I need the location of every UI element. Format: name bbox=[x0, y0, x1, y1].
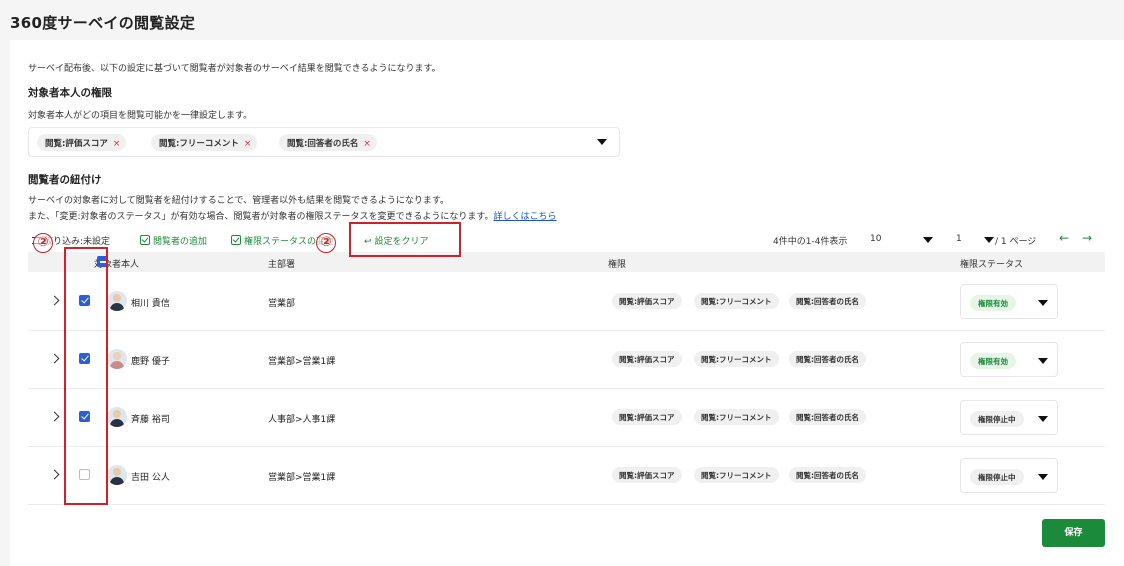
expand-row-icon[interactable] bbox=[49, 411, 60, 422]
settings-card: サーベイ配布後、以下の設定に基づいて閲覧者が対象者のサーベイ結果を閲覧できるよう… bbox=[10, 40, 1124, 566]
next-page-icon[interactable]: → bbox=[1082, 231, 1092, 245]
avatar bbox=[107, 407, 127, 427]
remove-chip-icon[interactable]: × bbox=[244, 139, 252, 149]
filter-label: 絞り込み:未設定 bbox=[44, 237, 111, 247]
person-name: 鹿野 優子 bbox=[131, 357, 170, 367]
status-select[interactable]: 権限停止中 bbox=[960, 458, 1058, 493]
title-bar: 360度サーベイの閲覧設定 bbox=[0, 0, 1124, 40]
save-button[interactable]: 保存 bbox=[1042, 519, 1105, 547]
permission-chip: 閲覧:評価スコア bbox=[612, 467, 682, 483]
chevron-down-icon[interactable] bbox=[1038, 416, 1048, 422]
permission-chip: 閲覧:回答者の氏名 bbox=[789, 351, 866, 367]
column-header-permissions: 権限 bbox=[608, 260, 627, 270]
person-name: 斉藤 裕司 bbox=[131, 415, 170, 425]
annotation-highlight-checkboxes bbox=[64, 247, 108, 505]
permission-chip: 閲覧:フリーコメント bbox=[694, 467, 779, 483]
status-select[interactable]: 権限停止中 bbox=[960, 400, 1058, 435]
selected-chip: 閲覧:フリーコメント × bbox=[151, 134, 258, 151]
permission-chip: 閲覧:評価スコア bbox=[612, 293, 682, 309]
page-value: 1 bbox=[956, 234, 962, 244]
selected-chip: 閲覧:評価スコア × bbox=[37, 134, 127, 151]
remove-chip-icon[interactable]: × bbox=[363, 139, 371, 149]
chevron-down-icon[interactable] bbox=[923, 237, 933, 243]
expand-row-icon[interactable] bbox=[49, 469, 60, 480]
prev-page-icon[interactable]: ← bbox=[1059, 231, 1069, 245]
column-header-department: 主部署 bbox=[268, 260, 296, 270]
per-page-select[interactable]: 10 bbox=[870, 234, 881, 244]
status-select[interactable]: 権限有効 bbox=[960, 342, 1058, 377]
department: 営業部 bbox=[268, 299, 296, 309]
person-name: 相川 貴信 bbox=[131, 299, 170, 309]
annotation-highlight-clear bbox=[349, 222, 461, 257]
chip-label: 閲覧:回答者の氏名 bbox=[287, 139, 359, 149]
expand-row-icon[interactable] bbox=[49, 353, 60, 364]
table-row: 斉藤 裕司 人事部>人事1課 閲覧:評価スコア 閲覧:フリーコメント 閲覧:回答… bbox=[28, 389, 1105, 447]
avatar bbox=[107, 291, 127, 311]
department: 営業部>営業1課 bbox=[268, 473, 336, 483]
viewer-link-title: 閲覧者の紐付け bbox=[28, 174, 102, 186]
details-link[interactable]: 詳しくはこちら bbox=[493, 212, 556, 222]
check-square-icon bbox=[140, 235, 150, 245]
expand-row-icon[interactable] bbox=[49, 295, 60, 306]
chevron-down-icon[interactable] bbox=[1038, 358, 1048, 364]
description-text: また、「変更:対象者のステータス」が有効な場合、閲覧者が対象者の権限ステータスを… bbox=[28, 212, 494, 222]
permission-chip: 閲覧:フリーコメント bbox=[694, 351, 779, 367]
total-pages: / 1 ページ bbox=[995, 237, 1037, 247]
chevron-down-icon[interactable] bbox=[1038, 300, 1048, 306]
department: 営業部>営業1課 bbox=[268, 357, 336, 367]
permission-chip: 閲覧:フリーコメント bbox=[694, 293, 779, 309]
add-viewer-label: 閲覧者の追加 bbox=[153, 237, 208, 247]
status-badge: 権限停止中 bbox=[970, 411, 1024, 427]
remove-chip-icon[interactable]: × bbox=[113, 139, 121, 149]
chip-label: 閲覧:評価スコア bbox=[45, 139, 108, 149]
chevron-down-icon[interactable] bbox=[1038, 474, 1048, 480]
intro-text: サーベイ配布後、以下の設定に基づいて閲覧者が対象者のサーベイ結果を閲覧できるよう… bbox=[28, 64, 441, 74]
annotation-number: ② bbox=[316, 233, 336, 253]
page-select[interactable]: 1 bbox=[956, 234, 962, 244]
self-permission-description: 対象者本人がどの項目を閲覧可能かを一律設定します。 bbox=[28, 111, 253, 121]
permission-chip: 閲覧:評価スコア bbox=[612, 409, 682, 425]
person-name: 吉田 公人 bbox=[131, 473, 170, 483]
chip-label: 閲覧:フリーコメント bbox=[159, 139, 239, 149]
permission-chip: 閲覧:回答者の氏名 bbox=[789, 293, 866, 309]
permission-chip: 閲覧:フリーコメント bbox=[694, 409, 779, 425]
status-select[interactable]: 権限有効 bbox=[960, 284, 1058, 319]
page-title: 360度サーベイの閲覧設定 bbox=[10, 14, 196, 32]
pagination-summary: 4件中の1-4件表示 bbox=[773, 237, 848, 247]
chevron-down-icon[interactable] bbox=[597, 139, 607, 145]
permission-chip: 閲覧:回答者の氏名 bbox=[789, 409, 866, 425]
add-viewer-button[interactable]: 閲覧者の追加 bbox=[140, 234, 207, 247]
table-row: 吉田 公人 営業部>営業1課 閲覧:評価スコア 閲覧:フリーコメント 閲覧:回答… bbox=[28, 447, 1105, 505]
avatar bbox=[107, 465, 127, 485]
annotation-number: ② bbox=[33, 233, 53, 253]
department: 人事部>人事1課 bbox=[268, 415, 336, 425]
status-badge: 権限有効 bbox=[970, 295, 1016, 311]
viewer-link-description-2: また、「変更:対象者のステータス」が有効な場合、閲覧者が対象者の権限ステータスを… bbox=[28, 209, 556, 222]
check-square-icon bbox=[231, 235, 241, 245]
table-header: 対象者本人 主部署 権限 権限ステータス bbox=[28, 252, 1105, 272]
viewer-link-description-1: サーベイの対象者に対して閲覧者を紐付けすることで、管理者以外も結果を閲覧できるよ… bbox=[28, 196, 450, 206]
chevron-down-icon[interactable] bbox=[984, 237, 994, 243]
per-page-value: 10 bbox=[870, 234, 882, 244]
permission-chip: 閲覧:評価スコア bbox=[612, 351, 682, 367]
avatar bbox=[107, 349, 127, 369]
table-row: 相川 貴信 営業部 閲覧:評価スコア 閲覧:フリーコメント 閲覧:回答者の氏名 … bbox=[28, 273, 1105, 331]
column-header-status: 権限ステータス bbox=[960, 260, 1024, 270]
selected-chip: 閲覧:回答者の氏名 × bbox=[279, 134, 377, 151]
status-badge: 権限停止中 bbox=[970, 469, 1024, 485]
table-row: 鹿野 優子 営業部>営業1課 閲覧:評価スコア 閲覧:フリーコメント 閲覧:回答… bbox=[28, 331, 1105, 389]
self-permission-select[interactable]: 閲覧:評価スコア × 閲覧:フリーコメント × 閲覧:回答者の氏名 × bbox=[28, 127, 620, 157]
self-permission-title: 対象者本人の権限 bbox=[28, 87, 112, 99]
status-badge: 権限有効 bbox=[970, 353, 1016, 369]
permission-chip: 閲覧:回答者の氏名 bbox=[789, 467, 866, 483]
